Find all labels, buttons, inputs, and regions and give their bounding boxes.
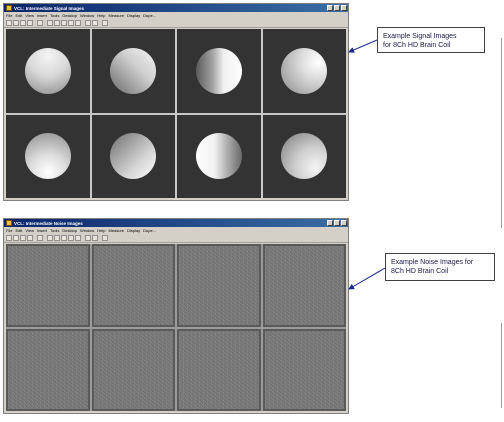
zoom-out-icon[interactable] — [54, 235, 60, 241]
signal-image-5 — [6, 114, 90, 198]
data-cursor-icon[interactable] — [75, 235, 81, 241]
close-icon[interactable] — [341, 5, 347, 11]
square-icon[interactable] — [102, 20, 108, 26]
noise-image-4 — [262, 244, 346, 327]
menu-help[interactable]: Help — [97, 13, 105, 18]
rotate-icon[interactable] — [68, 20, 74, 26]
noise-image-1 — [6, 244, 90, 327]
print-icon[interactable] — [27, 235, 33, 241]
signal-image-4 — [262, 29, 346, 113]
noise-toolbar — [4, 234, 348, 243]
page-edge-line — [501, 323, 502, 408]
close-icon[interactable] — [341, 220, 347, 226]
page-edge-line — [501, 38, 502, 228]
menu-tools[interactable]: Tools — [50, 228, 59, 233]
signal-image-6 — [91, 114, 175, 198]
menu-dupe[interactable]: Dupe... — [143, 228, 156, 233]
menu-edit[interactable]: Edit — [15, 228, 22, 233]
menu-file[interactable]: File — [6, 13, 12, 18]
noise-menubar: File Edit View Insert Tools Desktop Wind… — [4, 227, 348, 234]
noise-callout-line-1: Example Noise Images for — [391, 259, 474, 266]
open-icon[interactable] — [13, 235, 19, 241]
signal-toolbar — [4, 19, 348, 28]
noise-window-titlebar[interactable]: VCL: Intermediate Noise Images — [4, 219, 348, 227]
colorbar-icon[interactable] — [85, 235, 91, 241]
pointer-icon[interactable] — [37, 20, 43, 26]
signal-image-3 — [177, 29, 261, 113]
matlab-figure-icon — [6, 5, 12, 11]
menu-display[interactable]: Display — [127, 228, 140, 233]
signal-window-title: VCL: Intermediate Signal Images — [14, 5, 85, 11]
open-icon[interactable] — [13, 20, 19, 26]
menu-help[interactable]: Help — [97, 228, 105, 233]
noise-image-3 — [177, 244, 261, 327]
noise-image-6 — [91, 328, 175, 411]
signal-image-2 — [91, 29, 175, 113]
zoom-in-icon[interactable] — [47, 20, 53, 26]
menu-view[interactable]: View — [25, 13, 34, 18]
print-icon[interactable] — [27, 20, 33, 26]
signal-callout-line-1: Example Signal Images — [383, 33, 457, 40]
legend-icon[interactable] — [92, 20, 98, 26]
minimize-icon[interactable] — [327, 220, 333, 226]
matlab-figure-icon — [6, 220, 12, 226]
legend-icon[interactable] — [92, 235, 98, 241]
rotate-icon[interactable] — [68, 235, 74, 241]
noise-images-window: VCL: Intermediate Noise Images File Edit… — [3, 218, 349, 414]
pan-icon[interactable] — [61, 20, 67, 26]
menu-display[interactable]: Display — [127, 13, 140, 18]
menu-edit[interactable]: Edit — [15, 13, 22, 18]
new-icon[interactable] — [6, 20, 12, 26]
signal-image-1 — [6, 29, 90, 113]
signal-callout-line-2: for 8Ch HD Brain Coil — [383, 42, 451, 49]
menu-view[interactable]: View — [25, 228, 34, 233]
signal-callout-arrow — [348, 39, 378, 53]
noise-window-title: VCL: Intermediate Noise Images — [14, 220, 83, 226]
menu-measure[interactable]: Measure — [108, 228, 124, 233]
menu-file[interactable]: File — [6, 228, 12, 233]
noise-callout-line-2: 8Ch HD Brain Coil — [391, 268, 449, 275]
maximize-icon[interactable] — [334, 220, 340, 226]
menu-desktop[interactable]: Desktop — [62, 13, 77, 18]
menu-window[interactable]: Window — [80, 228, 94, 233]
menu-window[interactable]: Window — [80, 13, 94, 18]
square-icon[interactable] — [102, 235, 108, 241]
signal-image-7 — [177, 114, 261, 198]
noise-image-7 — [177, 328, 261, 411]
minimize-icon[interactable] — [327, 5, 333, 11]
noise-image-8 — [262, 328, 346, 411]
pointer-icon[interactable] — [37, 235, 43, 241]
new-icon[interactable] — [6, 235, 12, 241]
signal-image-8 — [262, 114, 346, 198]
signal-images-window: VCL: Intermediate Signal Images File Edi… — [3, 3, 349, 201]
noise-images-callout: Example Noise Images for 8Ch HD Brain Co… — [385, 253, 495, 281]
signal-images-callout: Example Signal Images for 8Ch HD Brain C… — [377, 27, 485, 53]
save-icon[interactable] — [20, 20, 26, 26]
menu-dupe[interactable]: Dupe... — [143, 13, 156, 18]
menu-insert[interactable]: Insert — [37, 13, 47, 18]
menu-tools[interactable]: Tools — [50, 13, 59, 18]
menu-insert[interactable]: Insert — [37, 228, 47, 233]
noise-image-grid — [6, 244, 346, 411]
signal-menubar: File Edit View Insert Tools Desktop Wind… — [4, 12, 348, 19]
menu-desktop[interactable]: Desktop — [62, 228, 77, 233]
data-cursor-icon[interactable] — [75, 20, 81, 26]
noise-callout-arrow — [348, 267, 386, 290]
zoom-in-icon[interactable] — [47, 235, 53, 241]
menu-measure[interactable]: Measure — [108, 13, 124, 18]
pan-icon[interactable] — [61, 235, 67, 241]
maximize-icon[interactable] — [334, 5, 340, 11]
signal-image-grid — [6, 29, 346, 198]
noise-image-2 — [91, 244, 175, 327]
noise-image-5 — [6, 328, 90, 411]
save-icon[interactable] — [20, 235, 26, 241]
colorbar-icon[interactable] — [85, 20, 91, 26]
signal-window-titlebar[interactable]: VCL: Intermediate Signal Images — [4, 4, 348, 12]
zoom-out-icon[interactable] — [54, 20, 60, 26]
